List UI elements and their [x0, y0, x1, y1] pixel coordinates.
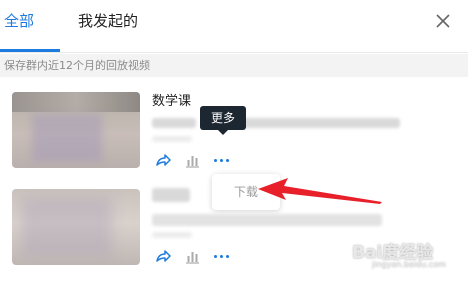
- share-icon[interactable]: [155, 248, 171, 264]
- stats-icon[interactable]: [184, 248, 200, 264]
- more-tooltip: 更多: [200, 106, 246, 135]
- stats-icon[interactable]: [184, 152, 200, 168]
- tab-bar: 全部 我发起的: [0, 0, 468, 53]
- blurred-metadata: [152, 214, 382, 226]
- blurred-metadata: [152, 118, 196, 128]
- watermark-url: jingyan.baidu.com: [372, 260, 446, 269]
- annotation-arrow: [258, 178, 382, 204]
- video-thumbnail[interactable]: [12, 189, 140, 265]
- more-icon[interactable]: [213, 248, 231, 264]
- video-thumbnail[interactable]: [12, 92, 140, 168]
- video-title: [152, 188, 190, 202]
- share-icon[interactable]: [155, 152, 171, 168]
- blurred-metadata: [152, 136, 192, 142]
- baidu-jingyan-watermark: Bai度经验 jingyan.baidu.com: [352, 238, 462, 278]
- blurred-metadata: [152, 232, 192, 238]
- more-icon[interactable]: [213, 152, 231, 168]
- tab-active-indicator: [0, 49, 60, 52]
- tab-mine[interactable]: 我发起的: [78, 10, 138, 32]
- video-title: 数学课: [152, 94, 192, 109]
- retention-notice: 保存群内近12个月的回放视频: [0, 54, 468, 77]
- blurred-metadata: [240, 118, 400, 128]
- tab-all[interactable]: 全部: [4, 10, 34, 32]
- close-icon[interactable]: [432, 10, 454, 32]
